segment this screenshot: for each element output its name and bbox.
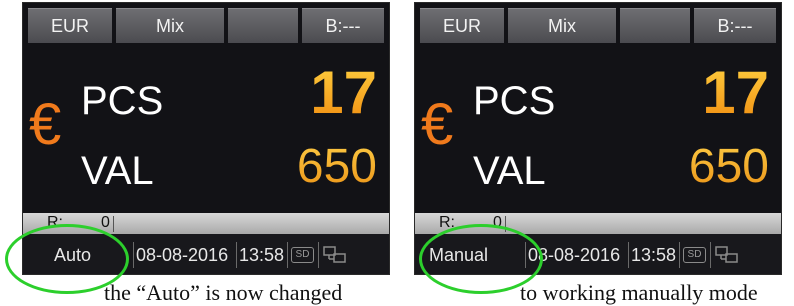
tab-bar: EUR Mix B:---	[415, 3, 781, 47]
tab-currency[interactable]: EUR	[420, 8, 504, 43]
divider	[287, 242, 288, 268]
val-amount: 650	[689, 135, 769, 199]
network-icon	[715, 246, 738, 263]
val-amount: 650	[297, 135, 377, 199]
euro-symbol: €	[29, 92, 62, 157]
divider	[236, 242, 237, 268]
sd-card-icon: SD	[291, 247, 314, 263]
tab-batch[interactable]: B:---	[694, 8, 776, 43]
caption-part-1: the “Auto” is now changed	[104, 280, 343, 305]
time-display: 13:58	[631, 245, 677, 265]
pcs-count: 17	[702, 59, 769, 126]
divider	[318, 242, 319, 268]
tab-mode-mix[interactable]: Mix	[508, 8, 616, 43]
tab-bar: EUR Mix B:---	[23, 3, 389, 47]
val-label: VAL	[81, 149, 154, 193]
val-label: VAL	[473, 149, 546, 193]
date-display: 08-08-2016	[136, 245, 229, 265]
tab-empty[interactable]	[620, 8, 690, 43]
divider	[710, 242, 711, 268]
pcs-label: PCS	[473, 79, 556, 123]
tab-mode-mix[interactable]: Mix	[116, 8, 224, 43]
divider	[679, 242, 680, 268]
reject-divider	[113, 216, 114, 232]
divider	[133, 242, 134, 268]
network-icon	[323, 246, 346, 263]
tab-batch[interactable]: B:---	[302, 8, 384, 43]
time-display: 13:58	[239, 245, 285, 265]
tab-currency[interactable]: EUR	[28, 8, 112, 43]
divider	[628, 242, 629, 268]
tab-empty[interactable]	[228, 8, 298, 43]
euro-symbol: €	[421, 92, 454, 157]
pcs-label: PCS	[81, 79, 164, 123]
caption-part-2: to working manually mode	[520, 280, 758, 305]
sd-card-icon: SD	[683, 247, 706, 263]
pcs-count: 17	[310, 59, 377, 126]
